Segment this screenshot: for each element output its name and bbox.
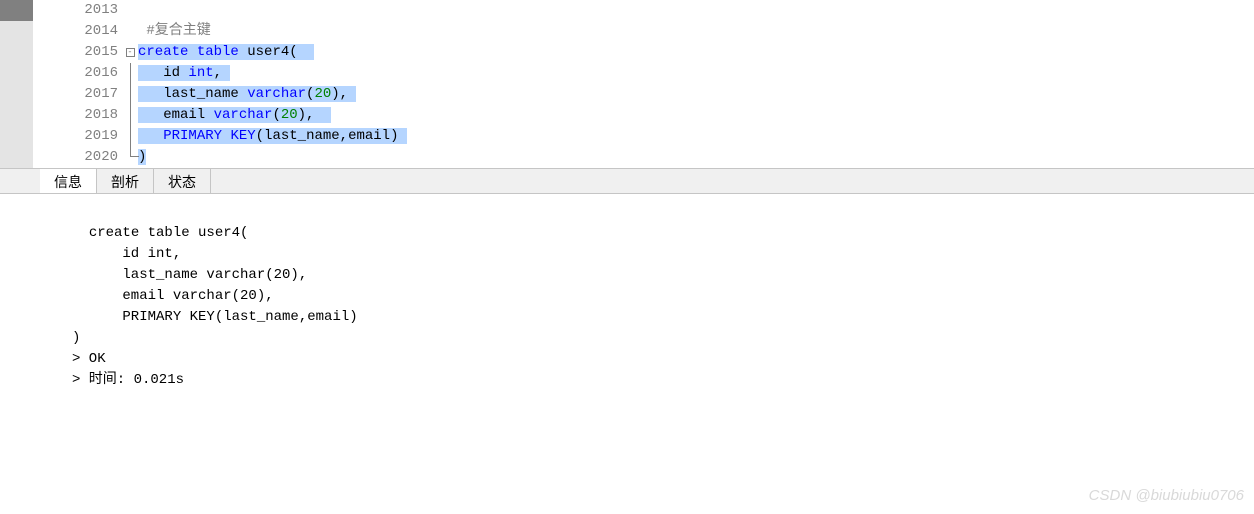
code-token: , xyxy=(214,65,222,81)
fold-line-icon xyxy=(130,63,131,84)
code-token xyxy=(138,128,163,144)
marker-column xyxy=(33,84,66,105)
code-line[interactable]: 2017 last_name varchar(20), xyxy=(0,84,1254,105)
fold-end-icon xyxy=(130,147,139,157)
code-content[interactable]: id int, xyxy=(138,63,1254,84)
line-margin xyxy=(0,126,33,147)
line-number: 2018 xyxy=(66,105,122,126)
marker-column xyxy=(33,42,66,63)
line-number: 2014 xyxy=(66,21,122,42)
code-token: last_name xyxy=(138,86,247,102)
code-token xyxy=(398,128,406,144)
fold-gutter xyxy=(122,84,138,105)
code-token: table xyxy=(197,44,239,60)
code-token: ), xyxy=(298,107,315,123)
code-token: 20 xyxy=(281,107,298,123)
tab-信息[interactable]: 信息 xyxy=(40,169,97,193)
code-token xyxy=(314,107,331,123)
code-token: ), xyxy=(331,86,348,102)
marker-column xyxy=(33,0,66,21)
code-line[interactable]: 2013 xyxy=(0,0,1254,21)
fold-gutter xyxy=(122,0,138,21)
line-number: 2017 xyxy=(66,84,122,105)
code-line[interactable]: 2014 #复合主键 xyxy=(0,21,1254,42)
code-line[interactable]: 2015-create table user4( xyxy=(0,42,1254,63)
marker-column xyxy=(33,126,66,147)
fold-line-icon xyxy=(130,126,131,147)
code-token xyxy=(222,65,230,81)
line-margin xyxy=(0,84,33,105)
fold-gutter xyxy=(122,126,138,147)
code-token xyxy=(298,44,315,60)
code-token: varchar xyxy=(214,107,273,123)
tab-状态[interactable]: 状态 xyxy=(154,169,211,193)
line-margin xyxy=(0,42,33,63)
output-text: create table user4( id int, last_name va… xyxy=(72,225,366,388)
code-token: create xyxy=(138,44,188,60)
code-line[interactable]: 2018 email varchar(20), xyxy=(0,105,1254,126)
code-token: id xyxy=(138,65,188,81)
line-number: 2020 xyxy=(66,147,122,168)
output-panel: create table user4( id int, last_name va… xyxy=(0,194,1254,391)
code-token: KEY xyxy=(230,128,255,144)
fold-gutter[interactable]: - xyxy=(122,42,138,63)
marker-column xyxy=(33,147,66,168)
line-number: 2015 xyxy=(66,42,122,63)
code-content[interactable]: PRIMARY KEY(last_name,email) xyxy=(138,126,1254,147)
line-margin xyxy=(0,105,33,126)
line-number: 2016 xyxy=(66,63,122,84)
fold-gutter xyxy=(122,21,138,42)
code-content[interactable]: email varchar(20), xyxy=(138,105,1254,126)
code-token: #复合主键 xyxy=(146,23,210,39)
code-token: varchar xyxy=(247,86,306,102)
fold-minus-icon[interactable]: - xyxy=(126,48,135,57)
code-editor[interactable]: 20132014 #复合主键2015-create table user4( 2… xyxy=(0,0,1254,168)
marker-column xyxy=(33,63,66,84)
code-content[interactable]: create table user4( xyxy=(138,42,1254,63)
fold-gutter xyxy=(122,147,138,168)
marker-column xyxy=(33,21,66,42)
code-token xyxy=(348,86,356,102)
fold-line-icon xyxy=(130,105,131,126)
code-token: ) xyxy=(138,149,146,165)
watermark: CSDN @biubiubiu0706 xyxy=(1089,487,1244,504)
code-token: PRIMARY xyxy=(163,128,222,144)
tab-剖析[interactable]: 剖析 xyxy=(97,169,154,193)
code-line[interactable]: 2019 PRIMARY KEY(last_name,email) xyxy=(0,126,1254,147)
code-token xyxy=(188,44,196,60)
code-content[interactable] xyxy=(138,0,1254,21)
fold-line-icon xyxy=(130,84,131,105)
code-token: email xyxy=(138,107,214,123)
code-line[interactable]: 2020) xyxy=(0,147,1254,168)
fold-gutter xyxy=(122,105,138,126)
line-margin xyxy=(0,0,33,21)
marker-column xyxy=(33,105,66,126)
fold-gutter xyxy=(122,63,138,84)
output-tabs: 信息剖析状态 xyxy=(0,168,1254,194)
code-content[interactable]: #复合主键 xyxy=(138,21,1254,42)
code-token: (last_name,email) xyxy=(256,128,399,144)
code-line[interactable]: 2016 id int, xyxy=(0,63,1254,84)
line-number: 2019 xyxy=(66,126,122,147)
line-margin xyxy=(0,21,33,42)
line-margin xyxy=(0,147,33,168)
code-token: int xyxy=(188,65,213,81)
code-token: 20 xyxy=(314,86,331,102)
line-margin xyxy=(0,63,33,84)
line-number: 2013 xyxy=(66,0,122,21)
code-token: ( xyxy=(272,107,280,123)
code-content[interactable]: ) xyxy=(138,147,1254,168)
code-token: user4( xyxy=(239,44,298,60)
code-content[interactable]: last_name varchar(20), xyxy=(138,84,1254,105)
